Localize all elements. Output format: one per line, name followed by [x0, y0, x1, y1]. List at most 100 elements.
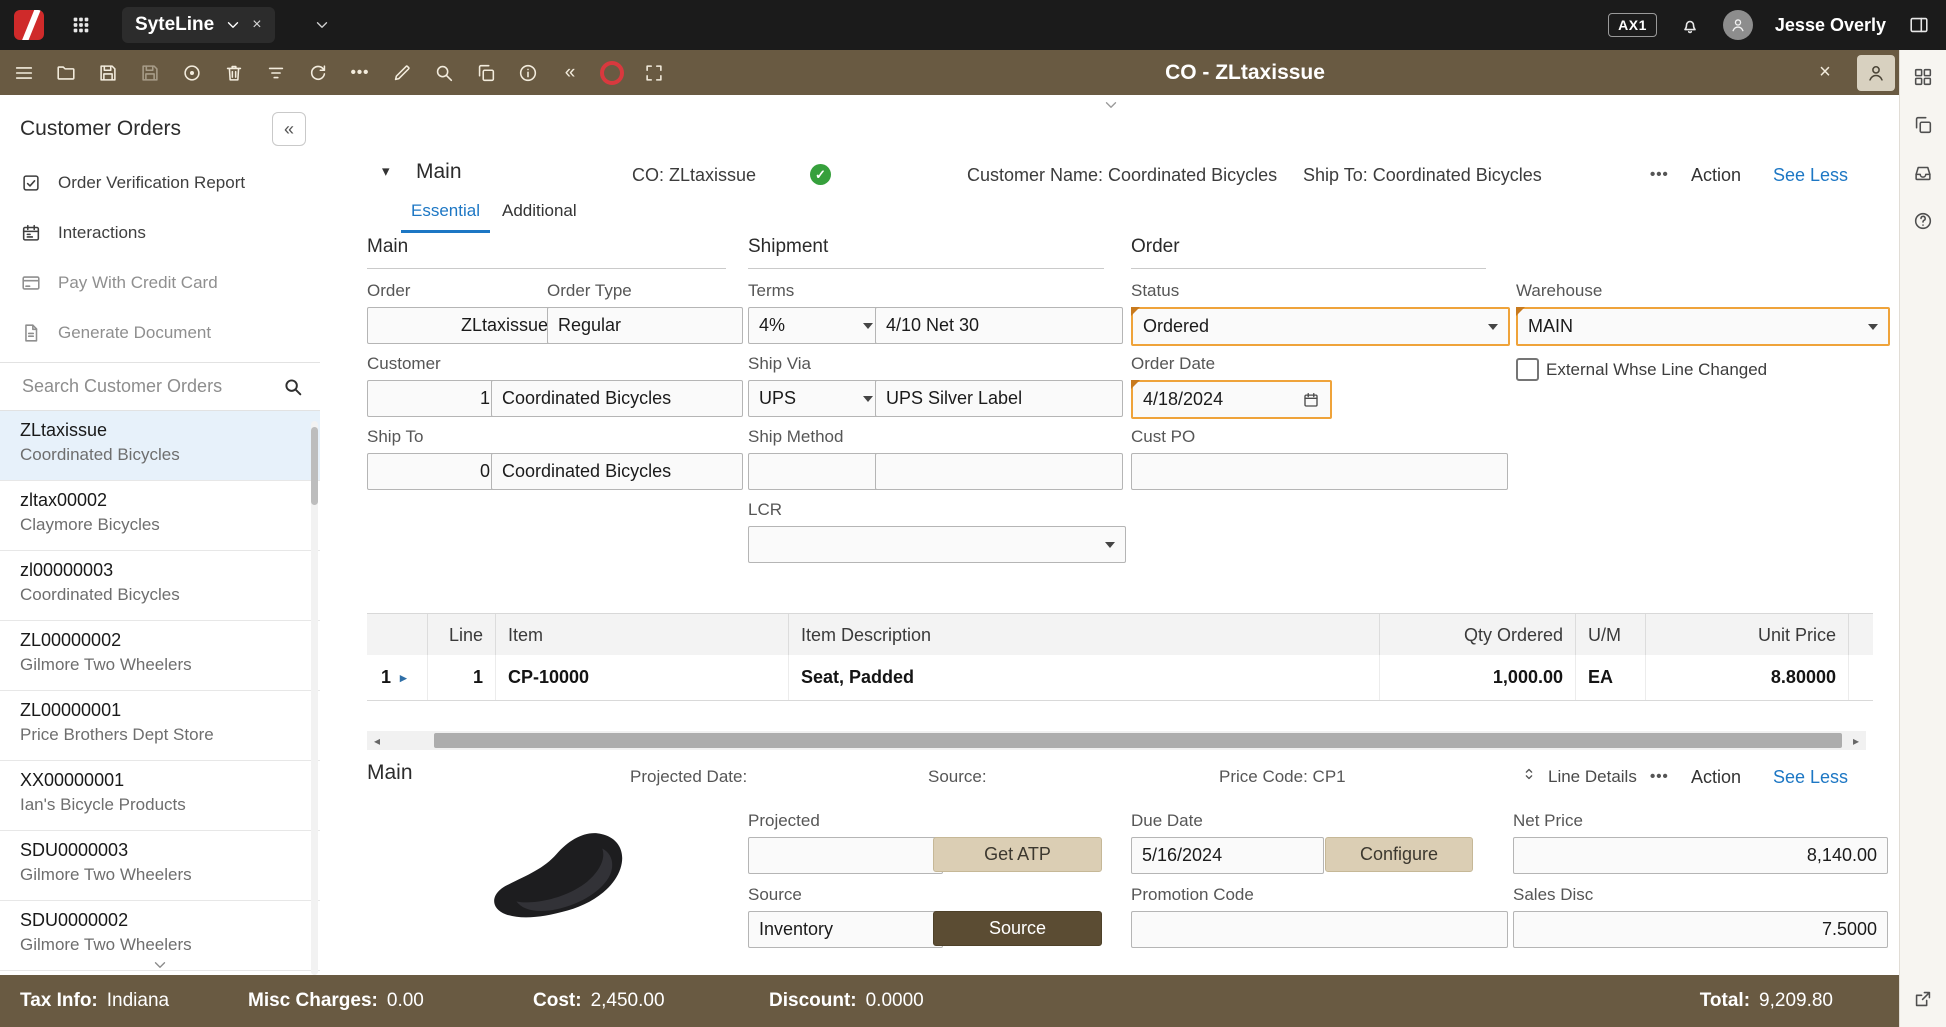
scroll-right-icon[interactable]: ▸ — [1846, 731, 1866, 750]
column-header-rownum[interactable] — [367, 614, 428, 656]
grid-horizontal-scrollbar[interactable]: ◂ ▸ — [367, 731, 1866, 750]
chevron-down-icon[interactable] — [224, 16, 242, 34]
sidebar-item-generate-document[interactable]: Generate Document — [0, 308, 320, 358]
sales-disc-field[interactable]: 7.5000 — [1513, 911, 1888, 948]
filter-icon[interactable] — [260, 57, 292, 89]
line-details-label[interactable]: Line Details — [1548, 767, 1637, 787]
list-item[interactable]: ZL00000001 Price Brothers Dept Store — [0, 691, 320, 761]
inbox-icon[interactable] — [1908, 158, 1938, 188]
external-whse-checkbox[interactable] — [1516, 358, 1539, 381]
close-tab-icon[interactable]: × — [252, 17, 261, 33]
environment-badge[interactable]: AX1 — [1608, 13, 1657, 37]
close-form-icon[interactable]: × — [1809, 56, 1841, 88]
delete-icon[interactable] — [218, 57, 250, 89]
ship-via-description-field[interactable]: UPS Silver Label — [875, 380, 1123, 417]
due-date-field[interactable]: 5/16/2024 — [1131, 837, 1324, 874]
sidebar-item-order-verification-report[interactable]: Order Verification Report — [0, 158, 320, 208]
configure-button[interactable]: Configure — [1325, 837, 1473, 872]
order-field[interactable]: ZLtaxissue — [367, 307, 559, 344]
header-more-icon[interactable]: ••• — [1650, 166, 1669, 183]
um-cell[interactable]: EA — [1576, 655, 1646, 700]
widgets-icon[interactable] — [1908, 62, 1938, 92]
line-details-more-icon[interactable]: ••• — [1650, 768, 1669, 785]
source-button[interactable]: Source — [933, 911, 1102, 946]
terms-code-dropdown[interactable]: 4% — [748, 307, 884, 344]
pages-icon[interactable] — [1908, 110, 1938, 140]
collapse-section-caret-icon[interactable]: ▾ — [382, 164, 390, 179]
unit-price-cell[interactable]: 8.80000 — [1646, 655, 1849, 700]
order-type-field[interactable]: Regular — [547, 307, 743, 344]
user-mode-icon[interactable] — [1857, 55, 1895, 91]
line-details-see-less-link[interactable]: See Less — [1773, 767, 1848, 788]
info-icon[interactable] — [512, 57, 544, 89]
list-item[interactable]: ZL00000002 Gilmore Two Wheelers — [0, 621, 320, 691]
item-cell[interactable]: CP-10000 — [496, 655, 789, 700]
tab-additional[interactable]: Additional — [492, 201, 587, 230]
copy-icon[interactable] — [470, 57, 502, 89]
net-price-field[interactable]: 8,140.00 — [1513, 837, 1888, 874]
source-field[interactable]: Inventory — [748, 911, 943, 948]
warehouse-dropdown[interactable]: MAIN — [1516, 307, 1890, 346]
collapse-ribbon-icon[interactable]: « — [554, 57, 586, 89]
find-icon[interactable] — [428, 57, 460, 89]
edit-icon[interactable] — [386, 57, 418, 89]
column-header-qty-ordered[interactable]: Qty Ordered — [1380, 614, 1576, 656]
status-dropdown[interactable]: Ordered — [1131, 307, 1510, 346]
ship-via-code-dropdown[interactable]: UPS — [748, 380, 884, 417]
search-input[interactable] — [20, 375, 274, 398]
refresh-icon[interactable] — [302, 57, 334, 89]
line-details-action-menu[interactable]: Action — [1691, 767, 1741, 788]
column-header-unit-price[interactable]: Unit Price — [1646, 614, 1849, 656]
item-description-cell[interactable]: Seat, Padded — [789, 655, 1380, 700]
record-icon[interactable] — [176, 57, 208, 89]
avatar[interactable] — [1723, 10, 1753, 40]
projected-field[interactable] — [748, 837, 943, 874]
qty-ordered-cell[interactable]: 1,000.00 — [1380, 655, 1576, 700]
table-row[interactable]: 1▸ 1 CP-10000 Seat, Padded 1,000.00 EA 8… — [367, 655, 1873, 701]
open-in-new-icon[interactable] — [1908, 984, 1938, 1014]
tab-essential[interactable]: Essential — [401, 201, 490, 233]
scroll-down-chevron-icon[interactable] — [151, 956, 169, 974]
infor-logo-icon[interactable] — [14, 10, 44, 40]
ship-method-description-field[interactable] — [875, 453, 1123, 490]
action-menu[interactable]: Action — [1691, 165, 1741, 186]
ship-to-number-field[interactable]: 0 — [367, 453, 501, 490]
app-tab-syteline[interactable]: SyteLine × — [122, 7, 275, 43]
see-less-link[interactable]: See Less — [1773, 165, 1848, 186]
list-item[interactable]: ZLtaxissue Coordinated Bicycles — [0, 411, 320, 481]
customer-number-field[interactable]: 1 — [367, 380, 501, 417]
infor-share-icon[interactable] — [596, 57, 628, 89]
cust-po-field[interactable] — [1131, 453, 1508, 490]
expand-line-details-icon[interactable] — [1520, 765, 1538, 783]
column-header-line[interactable]: Line — [428, 614, 496, 656]
line-cell[interactable]: 1 — [428, 655, 496, 700]
tab-list-chevron-icon[interactable] — [313, 16, 331, 34]
list-item[interactable]: XX00000001 Ian's Bicycle Products — [0, 761, 320, 831]
app-switcher-grid-icon[interactable] — [70, 14, 92, 36]
collapse-sidebar-icon[interactable]: « — [272, 112, 306, 146]
help-icon[interactable] — [1908, 206, 1938, 236]
open-folder-icon[interactable] — [50, 57, 82, 89]
lcr-dropdown[interactable] — [748, 526, 1126, 563]
save-icon[interactable] — [92, 57, 124, 89]
notifications-bell-icon[interactable] — [1679, 14, 1701, 36]
sidebar-item-pay-with-credit-card[interactable]: Pay With Credit Card — [0, 258, 320, 308]
ship-to-name-field[interactable]: Coordinated Bicycles — [491, 453, 743, 490]
customer-name-field[interactable]: Coordinated Bicycles — [491, 380, 743, 417]
fullscreen-icon[interactable] — [638, 57, 670, 89]
calendar-icon[interactable] — [1302, 391, 1320, 409]
list-item[interactable]: zltax00002 Claymore Bicycles — [0, 481, 320, 551]
row-number-cell[interactable]: 1▸ — [367, 655, 428, 700]
search-icon[interactable] — [282, 376, 304, 398]
scrollbar-thumb[interactable] — [434, 733, 1842, 748]
splitter-handle-icon[interactable] — [1102, 96, 1120, 114]
list-item[interactable]: SDU0000003 Gilmore Two Wheelers — [0, 831, 320, 901]
get-atp-button[interactable]: Get ATP — [933, 837, 1102, 872]
column-header-um[interactable]: U/M — [1576, 614, 1646, 656]
save-all-icon[interactable] — [134, 57, 166, 89]
column-header-item-description[interactable]: Item Description — [789, 614, 1380, 656]
terms-description-field[interactable]: 4/10 Net 30 — [875, 307, 1123, 344]
sidebar-scrollbar-thumb[interactable] — [311, 427, 318, 505]
right-panel-toggle-icon[interactable] — [1908, 14, 1930, 36]
scroll-left-icon[interactable]: ◂ — [367, 731, 387, 750]
